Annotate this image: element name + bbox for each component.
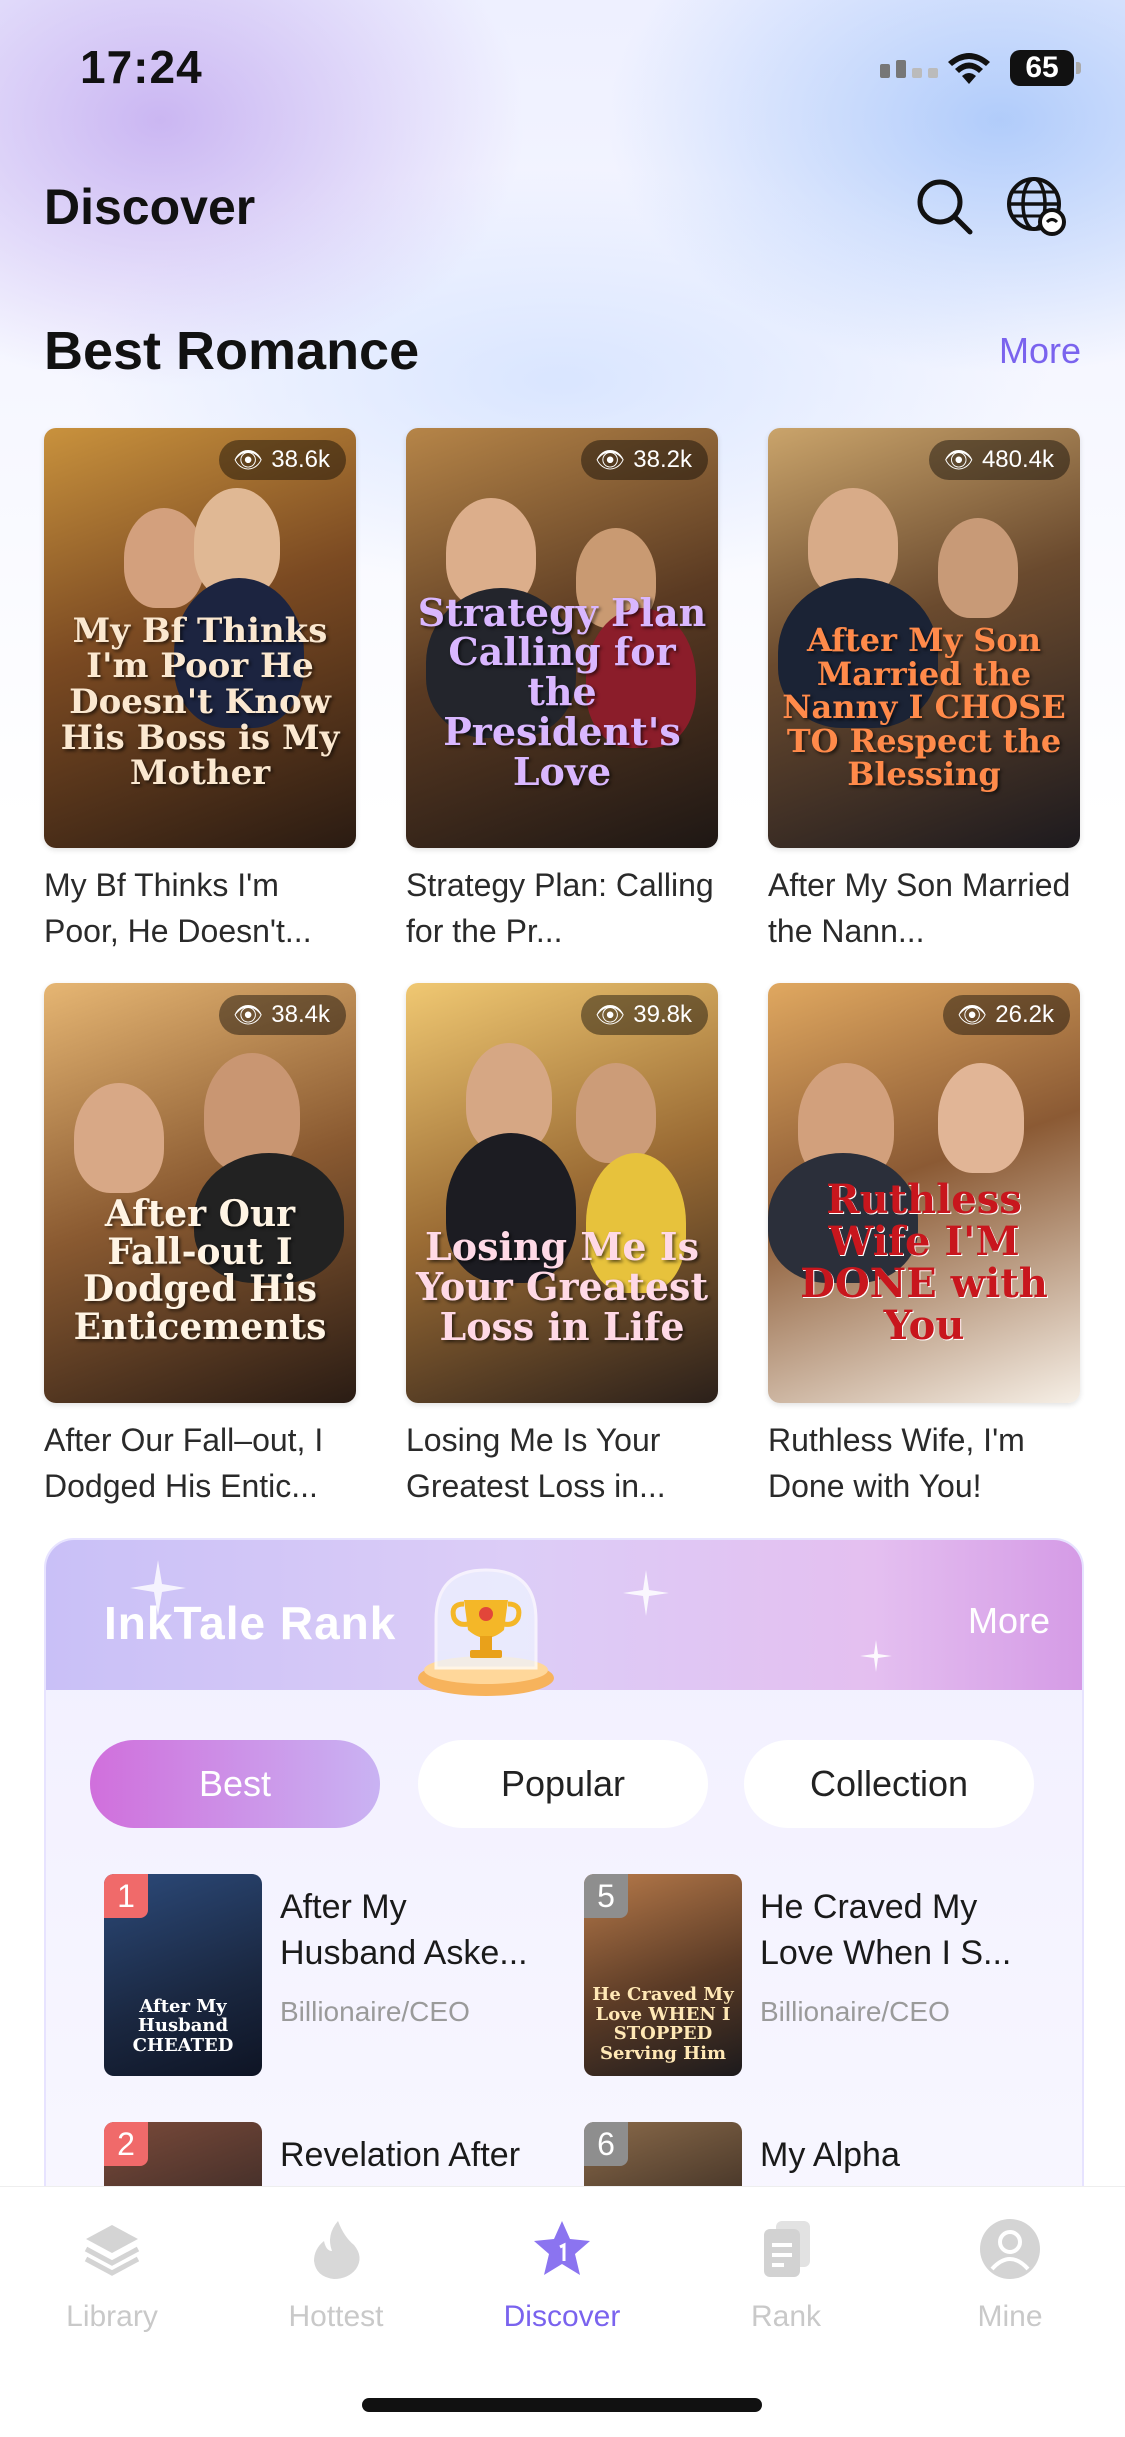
book-card[interactable]: 👁 38.2k Strategy Plan Calling for the Pre… — [406, 428, 718, 954]
tab-label: Discover — [503, 2300, 621, 2333]
tab-discover[interactable]: Discover — [472, 2217, 652, 2334]
flame-icon — [314, 2221, 360, 2279]
cover-title: Strategy Plan Calling for the President'… — [417, 589, 707, 795]
language-globe-icon[interactable] — [1004, 174, 1068, 238]
section-title: Best Romance — [44, 321, 420, 381]
page-title: Discover — [44, 179, 256, 235]
book-cover: 👁 480.4k After My Son Married the Nanny I… — [768, 428, 1080, 848]
book-title: My Bf Thinks I'm Poor, He Doesn't... — [44, 867, 312, 949]
document-icon — [764, 2221, 810, 2277]
cover-title: Losing Me Is Your Greatest Loss in Life — [416, 1224, 708, 1350]
rank-tab-popular[interactable]: Popular — [418, 1740, 708, 1828]
book-card[interactable]: 👁 39.8k Losing Me Is Your Greatest Loss i… — [406, 983, 718, 1509]
book-cover: 👁 38.6k My Bf Thinks I'm Poor He Doesn't … — [44, 428, 356, 848]
book-title: Ruthless Wife, I'm Done with You! — [768, 1422, 1025, 1504]
eye-icon: 👁 — [232, 446, 264, 474]
cover-title: After Our Fall-out I Dodged His Enticeme… — [73, 1192, 327, 1349]
rank-cover: 5 He Craved My Love WHEN I STOPPED Servi… — [584, 1874, 742, 2076]
search-icon[interactable] — [912, 174, 976, 238]
rank-tab-collection[interactable]: Collection — [744, 1740, 1034, 1828]
eye-icon: 👁 — [594, 1001, 626, 1029]
view-count: 👁 480.4k — [929, 440, 1070, 480]
tab-label: Hottest — [288, 2300, 384, 2333]
profile-icon — [980, 2219, 1040, 2279]
rank-more-link[interactable]: More — [968, 1600, 1050, 1642]
best-romance-more-link[interactable]: More — [999, 330, 1081, 372]
rank-book-title: After My Husband Aske... — [280, 1888, 528, 1972]
signal-icon — [880, 60, 938, 78]
cover-title: Ruthless Wife I'M DONE with You — [800, 1176, 1048, 1349]
rank-book-title: He Craved My Love When I S... — [760, 1888, 1012, 1972]
book-title: Strategy Plan: Calling for the Pr... — [406, 867, 714, 949]
rank-cover: 1 After My Husband CHEATED — [104, 1874, 262, 2076]
book-cover: 👁 39.8k Losing Me Is Your Greatest Loss i… — [406, 983, 718, 1403]
tab-label: Rank — [750, 2300, 822, 2333]
book-cover: 👁 26.2k Ruthless Wife I'M DONE with You — [768, 983, 1080, 1403]
book-cover: 👁 38.2k Strategy Plan Calling for the Pre… — [406, 428, 718, 848]
tab-label: Library — [66, 2300, 158, 2333]
rank-number: 5 — [584, 1874, 628, 1918]
layers-icon — [84, 2225, 140, 2276]
cover-title: After My Son Married the Nanny I CHOSE T… — [782, 621, 1066, 794]
rank-panel: InkTale Rank More Best Popular Collectio… — [44, 1538, 1084, 2242]
book-card[interactable]: 👁 480.4k After My Son Married the Nanny I… — [768, 428, 1080, 954]
rank-cover-text: After My Husband CHEATED — [132, 1995, 234, 2057]
star-icon — [534, 2221, 590, 2275]
rank-item[interactable]: 5 He Craved My Love WHEN I STOPPED Servi… — [584, 1874, 1024, 2084]
book-card[interactable]: 👁 26.2k Ruthless Wife I'M DONE with You R… — [768, 983, 1080, 1509]
battery-indicator: 65 — [1010, 50, 1074, 86]
view-count: 👁 39.8k — [580, 995, 708, 1035]
battery-tip — [1076, 62, 1081, 74]
rank-book-genre: Billionaire/CEO — [760, 1996, 950, 2027]
eye-icon: 👁 — [594, 446, 626, 474]
status-time: 17:24 — [80, 41, 203, 93]
view-count: 👁 38.4k — [218, 995, 346, 1035]
wifi-icon — [948, 53, 990, 84]
eye-icon: 👁 — [232, 1001, 264, 1029]
rank-cover-text: He Craved My Love WHEN I STOPPED Serving… — [592, 1983, 734, 2065]
view-count: 👁 26.2k — [942, 995, 1070, 1035]
book-title: After My Son Married the Nann... — [768, 867, 1071, 949]
book-cover: 👁 38.4k After Our Fall-out I Dodged His E… — [44, 983, 356, 1403]
rank-number: 1 — [104, 1874, 148, 1918]
rank-book-genre: Billionaire/CEO — [280, 1996, 470, 2027]
rank-item[interactable]: 1 After My Husband CHEATED After My Husb… — [104, 1874, 544, 2084]
tab-label: Mine — [977, 2300, 1043, 2333]
tab-library[interactable]: Library — [22, 2217, 202, 2334]
eye-icon: 👁 — [943, 446, 974, 474]
cover-title: My Bf Thinks I'm Poor He Doesn't Know Hi… — [60, 610, 340, 794]
rank-number: 6 — [584, 2122, 628, 2166]
tab-mine[interactable]: Mine — [920, 2217, 1100, 2334]
view-count: 👁 38.6k — [218, 440, 346, 480]
book-title: After Our Fall–out, I Dodged His Entic..… — [44, 1422, 324, 1504]
rank-title: InkTale Rank — [104, 1597, 397, 1649]
home-indicator — [362, 2398, 762, 2412]
book-card[interactable]: 👁 38.4k After Our Fall-out I Dodged His E… — [44, 983, 356, 1509]
trophy-icon — [418, 1568, 554, 1696]
tab-hottest[interactable]: Hottest — [246, 2217, 426, 2334]
view-count: 👁 38.2k — [580, 440, 708, 480]
rank-tab-best[interactable]: Best — [90, 1740, 380, 1828]
book-card[interactable]: 👁 38.6k My Bf Thinks I'm Poor He Doesn't … — [44, 428, 356, 954]
book-title: Losing Me Is Your Greatest Loss in... — [406, 1422, 666, 1504]
eye-icon: 👁 — [956, 1001, 988, 1029]
rank-number: 2 — [104, 2122, 148, 2166]
tab-rank[interactable]: Rank — [696, 2217, 876, 2334]
